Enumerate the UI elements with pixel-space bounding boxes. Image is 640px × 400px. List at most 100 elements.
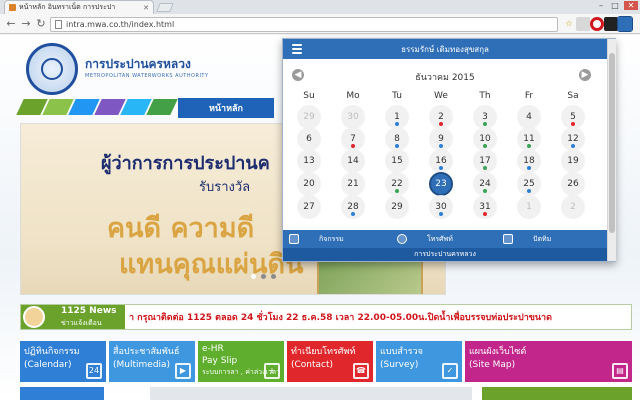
banner-pager[interactable] xyxy=(251,274,276,279)
calendar-day[interactable]: 15 xyxy=(385,149,409,173)
weekday-header: Mo xyxy=(346,91,360,101)
calendar-link[interactable]: ปัตทิม xyxy=(503,230,551,248)
weekday-header: We xyxy=(434,91,448,101)
calendar-day[interactable]: 26 xyxy=(561,172,585,196)
calendar-day[interactable]: 1 xyxy=(517,195,541,219)
event-marker xyxy=(395,189,399,193)
news-subtitle: ข่าวแจ้งเตือน xyxy=(61,319,102,327)
quick-link-tile[interactable]: ปฏิทินกิจกรรม (Calendar) 24 xyxy=(20,341,106,382)
tab-close-icon[interactable]: ✕ xyxy=(143,4,149,12)
quick-link-tile[interactable]: แผนผังเว็บไซต์ (Site Map) ▤ xyxy=(465,341,632,382)
event-marker xyxy=(483,166,487,170)
banner-subheadline: รับรางวัล xyxy=(199,180,251,195)
browser-toolbar: ← → ↻ intra.mwa.co.th/index.html ☆ xyxy=(0,14,640,34)
pager-dot[interactable] xyxy=(271,274,276,279)
lower-panel-grey xyxy=(150,387,472,400)
next-month-icon[interactable]: ▶ xyxy=(579,69,591,81)
quick-link-tile[interactable]: e-HR Pay Slip ระบบการลา , ค่าล่วงเวลา + xyxy=(198,341,284,382)
event-marker xyxy=(439,166,443,170)
event-marker xyxy=(439,212,443,216)
tab-title: หน้าหลัก อินทราเน็ต การประปา xyxy=(19,3,116,11)
popup-header: ธรรมรักษ์ เดิมทองสุขสกุล xyxy=(283,39,607,59)
scrollbar-thumb[interactable] xyxy=(609,53,615,233)
quick-link-tile[interactable]: ทำเนียบโทรศัพท์ (Contact) ☎ xyxy=(287,341,373,382)
page-icon xyxy=(55,20,62,29)
news-ticker-text[interactable]: า กรุณาติดต่อ 1125 ตลอด 24 ชั่วโมง 22 ธ.… xyxy=(129,310,552,324)
event-marker xyxy=(571,122,575,126)
phone-icon: ☎ xyxy=(353,363,369,379)
reload-icon[interactable]: ↻ xyxy=(34,17,48,31)
calendar-day[interactable]: 27 xyxy=(297,195,321,219)
maximize-icon[interactable]: □ xyxy=(608,1,622,10)
weekday-header: Sa xyxy=(567,91,579,101)
lower-panel-green xyxy=(482,387,632,400)
calendar-day[interactable]: 30 xyxy=(341,105,365,129)
calendar-day[interactable]: 4 xyxy=(517,105,541,129)
people-icon: + xyxy=(264,363,280,379)
popup-org-name: การประปานครหลวง xyxy=(283,248,607,261)
weekday-header: Su xyxy=(303,91,315,101)
news-avatar xyxy=(23,306,45,328)
calendar-day[interactable]: 29 xyxy=(385,195,409,219)
new-tab-button[interactable] xyxy=(156,3,174,12)
calendar-day[interactable]: 2 xyxy=(561,195,585,219)
mwa-logo xyxy=(26,43,78,95)
weekday-header: Tu xyxy=(392,91,402,101)
close-window-icon[interactable]: ✕ xyxy=(624,1,638,10)
event-marker xyxy=(351,144,355,148)
calendar-day[interactable]: 13 xyxy=(297,149,321,173)
calendar-day[interactable]: 23 xyxy=(429,172,453,196)
calendar-day[interactable]: 29 xyxy=(297,105,321,129)
event-marker xyxy=(351,212,355,216)
calendar-icon xyxy=(503,234,513,244)
opera-extension-icon[interactable] xyxy=(590,17,604,31)
org-name: การประปานครหลวง xyxy=(85,57,191,71)
lower-panel-blue xyxy=(20,387,104,400)
tile-title: ปฏิทินกิจกรรม xyxy=(24,347,80,357)
popup-footer: กิจกรรม โทรศัพท์ ปัตทิม xyxy=(283,230,607,248)
menu-icon[interactable] xyxy=(290,42,304,56)
weekday-header: Fr xyxy=(524,91,534,101)
tile-title: แผนผังเว็บไซต์ xyxy=(469,347,527,357)
event-marker xyxy=(483,189,487,193)
calendar-day[interactable]: 21 xyxy=(341,172,365,196)
calendar-day[interactable]: 14 xyxy=(341,149,365,173)
quick-link-tile[interactable]: แบบสำรวจ (Survey) ✓ xyxy=(376,341,462,382)
activity-label: กิจกรรม xyxy=(319,234,344,243)
activity-link[interactable]: กิจกรรม xyxy=(289,230,344,248)
bookmark-star-icon[interactable]: ☆ xyxy=(562,17,576,31)
tile-title: สื่อประชาสัมพันธ์ xyxy=(113,347,180,357)
back-icon[interactable]: ← xyxy=(4,17,18,31)
calendar-day[interactable]: 20 xyxy=(297,172,321,196)
calendar-day[interactable]: 6 xyxy=(297,127,321,151)
extension-icon[interactable] xyxy=(576,17,590,31)
event-marker xyxy=(527,189,531,193)
tile-title: ทำเนียบโทรศัพท์ xyxy=(291,347,356,357)
news-ticker[interactable]: 1125 News ข่าวแจ้งเตือน า กรุณาติดต่อ 11… xyxy=(20,304,632,330)
nav-home-button[interactable]: หน้าหลัก xyxy=(178,98,274,118)
url-text: intra.mwa.co.th/index.html xyxy=(66,20,175,29)
browser-tab[interactable]: หน้าหลัก อินทราเน็ต การประปา ✕ xyxy=(4,0,154,14)
event-marker xyxy=(483,212,487,216)
popup-scrollbar[interactable] xyxy=(607,39,616,261)
address-bar[interactable]: intra.mwa.co.th/index.html xyxy=(50,17,558,32)
phone-label: โทรศัพท์ xyxy=(427,234,453,243)
event-marker xyxy=(571,144,575,148)
tile-subtitle: (Site Map) xyxy=(469,360,516,370)
news-title: 1125 News xyxy=(61,306,117,316)
event-marker xyxy=(439,144,443,148)
minimize-icon[interactable]: – xyxy=(594,1,608,10)
extension-dark-icon[interactable] xyxy=(604,17,618,31)
phone-link[interactable]: โทรศัพท์ xyxy=(397,230,453,248)
calendar-label: ปัตทิม xyxy=(533,234,552,243)
weekday-header: Th xyxy=(479,91,491,101)
news-header: 1125 News ข่าวแจ้งเตือน xyxy=(21,305,125,329)
quick-link-tile[interactable]: สื่อประชาสัมพันธ์ (Multimedia) ▶ xyxy=(109,341,195,382)
calendar-extension-icon[interactable] xyxy=(617,16,633,32)
pager-dot[interactable] xyxy=(251,274,256,279)
forward-icon[interactable]: → xyxy=(19,17,33,31)
event-marker xyxy=(395,122,399,126)
calendar-day[interactable]: 19 xyxy=(561,149,585,173)
event-marker xyxy=(527,144,531,148)
pager-dot[interactable] xyxy=(261,274,266,279)
